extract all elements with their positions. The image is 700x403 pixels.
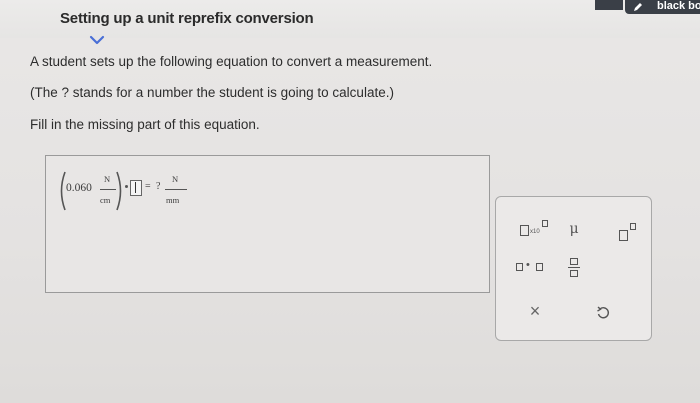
- toolbar-tab[interactable]: [595, 0, 623, 10]
- pencil-icon: [634, 3, 642, 11]
- close-paren-icon: [116, 171, 122, 211]
- tool-button-label: black bo: [657, 0, 700, 12]
- result-denominator: mm: [166, 195, 180, 205]
- question-line-2: (The ? stands for a number the student i…: [30, 85, 394, 100]
- undo-button[interactable]: [592, 302, 614, 324]
- box-icon: [520, 225, 529, 236]
- equation-value: 0.060: [66, 182, 92, 194]
- multiply-button[interactable]: •: [514, 259, 548, 275]
- result-numerator: N: [172, 174, 179, 184]
- chevron-down-icon[interactable]: [84, 30, 110, 50]
- equals-sign: =: [145, 181, 151, 192]
- times-ten-label: x10: [530, 229, 540, 235]
- denominator-box-icon: [570, 270, 578, 277]
- superscript-box-icon: [630, 223, 636, 230]
- question-line-1: A student sets up the following equation…: [30, 54, 433, 69]
- text-cursor: [135, 182, 136, 193]
- base-box-icon: [619, 230, 628, 241]
- exponent-box-icon: [542, 220, 548, 227]
- tool-button[interactable]: black bo: [625, 0, 700, 14]
- multiply-dot: [125, 185, 128, 188]
- unknown-value: ?: [156, 181, 161, 192]
- times-ten-button[interactable]: x10: [516, 219, 552, 239]
- page-title: Setting up a unit reprefix conversion: [60, 10, 314, 27]
- unit-numerator: N: [104, 174, 111, 184]
- question-line-3: Fill in the missing part of this equatio…: [30, 117, 260, 132]
- fraction-line: [568, 267, 580, 268]
- left-box-icon: [516, 263, 523, 271]
- mu-button[interactable]: μ: [562, 219, 586, 239]
- clear-button[interactable]: ×: [524, 300, 546, 322]
- answer-input-slot[interactable]: [130, 180, 142, 196]
- result-fraction-bar: [165, 189, 187, 190]
- numerator-box-icon: [570, 258, 578, 265]
- math-palette: x10 μ • ×: [495, 196, 652, 341]
- superscript-button[interactable]: [616, 221, 640, 243]
- dot-label: •: [526, 259, 530, 271]
- undo-icon: [597, 306, 610, 319]
- fraction-bar: [100, 189, 116, 190]
- mu-label: μ: [569, 221, 579, 237]
- right-box-icon: [536, 263, 543, 271]
- clear-label: ×: [529, 300, 541, 321]
- conversion-equation: 0.060 N cm = ? N mm: [57, 168, 227, 214]
- unit-denominator: cm: [100, 195, 111, 205]
- fraction-button[interactable]: [564, 255, 584, 281]
